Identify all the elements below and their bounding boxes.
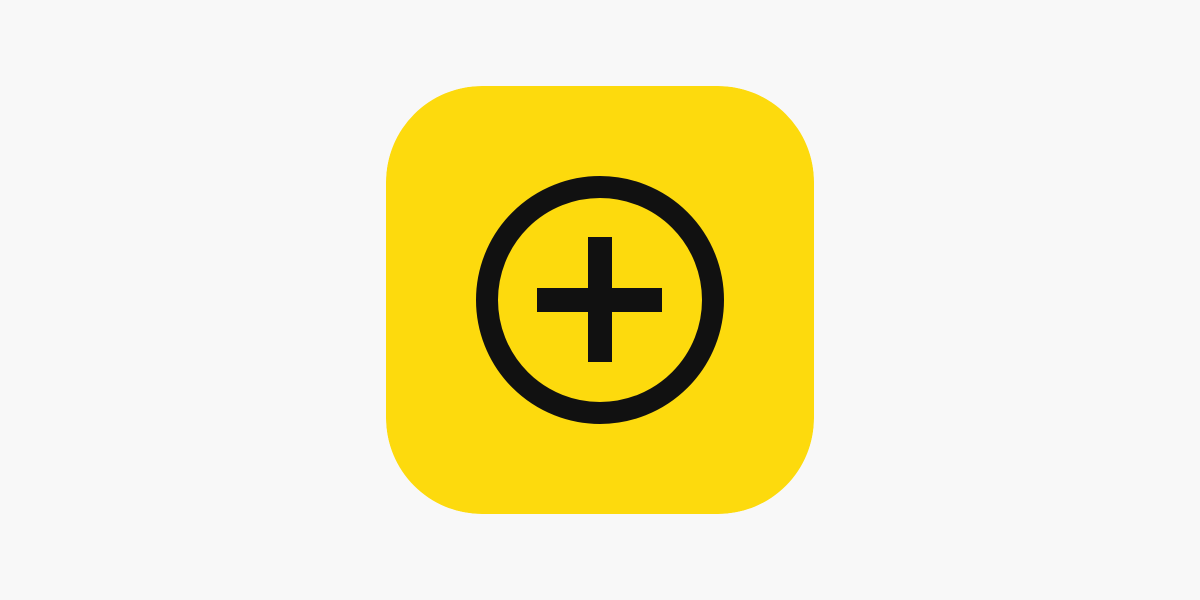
app-icon <box>386 86 814 514</box>
plus-horizontal-bar <box>537 288 662 312</box>
page-background <box>0 0 1200 600</box>
app-icon-graphic <box>386 86 814 514</box>
